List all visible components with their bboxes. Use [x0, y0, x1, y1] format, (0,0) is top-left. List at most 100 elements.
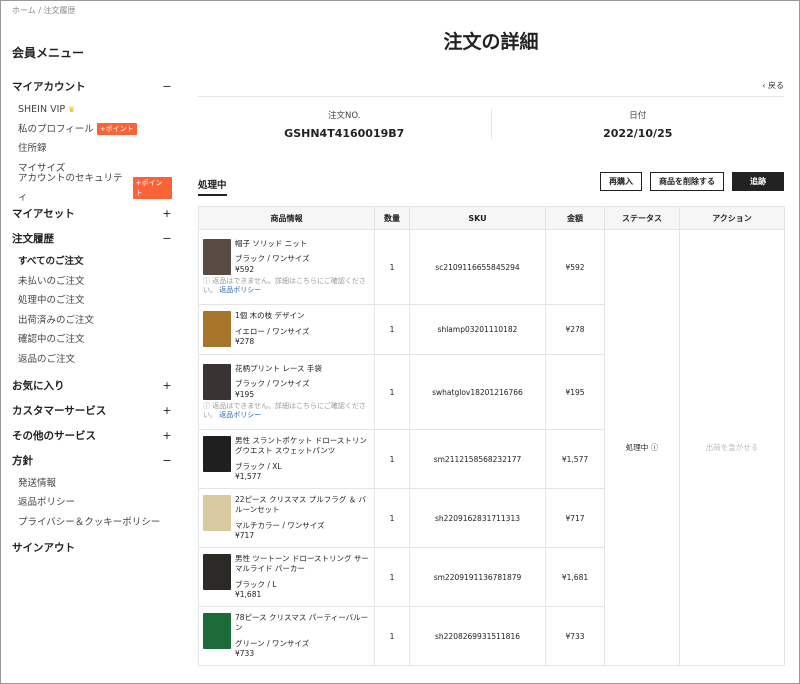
amount-cell: ¥1,577: [545, 429, 605, 489]
plus-icon[interactable]: +: [162, 404, 172, 417]
expedite-shipping-button[interactable]: 出荷を急がせる: [706, 443, 759, 452]
product-name[interactable]: 男性 ツートーン ドローストリング サーマルライド パーカー: [235, 554, 370, 575]
sidebar-item-label: 返品のご注文: [18, 353, 76, 365]
product-cell: 男性 ツートーン ドローストリング サーマルライド パーカー ブラック / L …: [198, 547, 375, 607]
sidebar-item[interactable]: 返品のご注文: [18, 350, 172, 370]
sidebar-item-label: アカウントのセキュリティ: [18, 172, 123, 204]
sidebar-section: 注文履歴 − すべてのご注文 未払いのご注文 処理中のご注文 出荷済みのご注文 …: [12, 229, 172, 370]
product-variant: グリーン / ワンサイズ: [235, 638, 310, 648]
sidebar-item[interactable]: 住所録: [18, 139, 172, 159]
qty-cell: 1: [374, 547, 410, 607]
product-name[interactable]: 78ピース クリスマス パーティーバルーン: [235, 613, 370, 634]
question-icon[interactable]: ⓘ: [651, 443, 659, 452]
sidebar-section-header[interactable]: 方針 −: [12, 451, 172, 470]
back-link[interactable]: ‹ 戻る: [762, 80, 784, 91]
product-thumbnail[interactable]: [203, 311, 231, 348]
crown-icon: ♛: [68, 105, 76, 114]
sidebar-item-label: 確認中のご注文: [18, 334, 85, 346]
points-badge: +ポイント: [96, 123, 137, 136]
product-thumbnail[interactable]: [203, 363, 231, 400]
product-variant: ブラック / ワンサイズ: [235, 379, 310, 389]
product-price: ¥278: [235, 337, 255, 347]
sidebar-item[interactable]: 確認中のご注文: [18, 330, 172, 350]
product-variant: ブラック / L: [235, 579, 277, 589]
product-name[interactable]: 帽子 ソリッド ニット: [235, 239, 370, 250]
sidebar-item-label: SHEIN VIP: [18, 104, 66, 115]
sku-cell: sh2208269931511816: [409, 606, 546, 666]
product-price: ¥592: [235, 264, 255, 274]
sku-cell: sm2209191136781879: [409, 547, 546, 607]
amount-cell: ¥195: [545, 354, 605, 430]
order-info: 注文NO. GSHN4T4160019B7 日付 2022/10/25: [198, 96, 784, 152]
product-variant: ブラック / ワンサイズ: [235, 254, 310, 264]
status-cell: 処理中 ⓘ: [604, 229, 680, 666]
product-name[interactable]: 22ピース クリスマス プルフラグ ＆ バルーンセット: [235, 495, 370, 516]
sidebar-section-header[interactable]: お気に入り +: [12, 376, 172, 395]
minus-icon[interactable]: −: [162, 232, 172, 245]
page-title: 注文の詳細: [443, 31, 539, 53]
sidebar-item[interactable]: 発送情報: [18, 474, 172, 494]
sidebar-section-header[interactable]: 注文履歴 −: [12, 229, 172, 248]
breadcrumb-home[interactable]: ホーム: [12, 6, 36, 15]
sidebar-section-header[interactable]: マイアカウント −: [12, 77, 172, 96]
amount-cell: ¥733: [545, 606, 605, 666]
plus-icon[interactable]: +: [162, 429, 172, 442]
status-tab[interactable]: 処理中: [198, 177, 227, 196]
sidebar-item[interactable]: SHEIN VIP ♛: [18, 100, 172, 120]
sidebar-section-label: マイアセット: [12, 207, 75, 220]
action-buttons: 再購入 商品を削除する 追跡: [600, 172, 784, 191]
sidebar-section-label: お気に入り: [12, 379, 65, 392]
info-icon: ⓘ: [203, 277, 213, 286]
rebuy-button[interactable]: 再購入: [600, 172, 642, 191]
sidebar: 会員メニュー マイアカウント − SHEIN VIP ♛ 私のプロフィール +ポイン…: [12, 44, 172, 555]
minus-icon[interactable]: −: [162, 80, 172, 93]
track-button[interactable]: 追跡: [732, 172, 784, 191]
product-thumbnail[interactable]: [203, 494, 231, 531]
plus-icon[interactable]: +: [162, 379, 172, 392]
sidebar-item-label: プライバシー＆クッキーポリシー: [18, 516, 161, 528]
sidebar-section-header[interactable]: その他のサービス +: [12, 426, 172, 445]
sidebar-item[interactable]: 出荷済みのご注文: [18, 311, 172, 331]
product-name[interactable]: 男性 スラントポケット ドローストリングウエスト スウェットパンツ: [235, 436, 370, 457]
sidebar-item[interactable]: 処理中のご注文: [18, 291, 172, 311]
plus-icon[interactable]: +: [162, 207, 172, 220]
product-price: ¥1,577: [235, 472, 262, 481]
product-thumbnail[interactable]: [203, 435, 231, 472]
sidebar-section: 方針 − 発送情報 返品ポリシー プライバシー＆クッキーポリシー: [12, 451, 172, 533]
product-thumbnail[interactable]: [203, 612, 231, 649]
sidebar-title: 会員メニュー: [12, 46, 85, 60]
product-thumbnail[interactable]: [203, 238, 231, 275]
sidebar-item[interactable]: アカウントのセキュリティ +ポイント: [18, 173, 172, 203]
product-cell: 1個 木の枝 デザイン イエロー / ワンサイズ ¥278: [198, 304, 375, 355]
product-variant: ブラック / XL: [235, 461, 282, 471]
sku-cell: sh2209162831711313: [409, 488, 546, 548]
qty-cell: 1: [374, 354, 410, 430]
sidebar-item[interactable]: 未払いのご注文: [18, 272, 172, 292]
qty-cell: 1: [374, 304, 410, 355]
action-cell: 出荷を急がせる: [679, 229, 785, 666]
product-thumbnail[interactable]: [203, 553, 231, 590]
status-text: 処理中: [625, 443, 649, 452]
sidebar-item[interactable]: プライバシー＆クッキーポリシー: [18, 513, 172, 533]
sidebar-section-header[interactable]: カスタマーサービス +: [12, 401, 172, 420]
sku-cell: swhatglov18201216766: [409, 354, 546, 430]
header-sku: SKU: [409, 206, 546, 230]
delete-items-button[interactable]: 商品を削除する: [650, 172, 724, 191]
qty-cell: 1: [374, 488, 410, 548]
product-name[interactable]: 1個 木の枝 デザイン: [235, 311, 370, 322]
sidebar-item[interactable]: すべてのご注文: [18, 252, 172, 272]
product-name[interactable]: 花柄プリント レース 手袋: [235, 364, 370, 375]
return-policy-link[interactable]: 返品ポリシー: [219, 411, 261, 419]
product-price: ¥733: [235, 649, 255, 658]
breadcrumb: ホーム / 注文履歴: [12, 5, 76, 16]
return-policy-link[interactable]: 返品ポリシー: [219, 286, 261, 294]
product-price: ¥717: [235, 531, 255, 540]
sidebar-item-label: 処理中のご注文: [18, 295, 85, 307]
header-action: アクション: [679, 206, 785, 230]
sidebar-item[interactable]: 私のプロフィール +ポイント: [18, 120, 172, 140]
product-price: ¥1,681: [235, 590, 262, 599]
signout-link[interactable]: サインアウト: [12, 540, 172, 555]
sidebar-item[interactable]: 返品ポリシー: [18, 493, 172, 513]
sidebar-item-label: 私のプロフィール: [18, 123, 94, 135]
minus-icon[interactable]: −: [162, 454, 172, 467]
